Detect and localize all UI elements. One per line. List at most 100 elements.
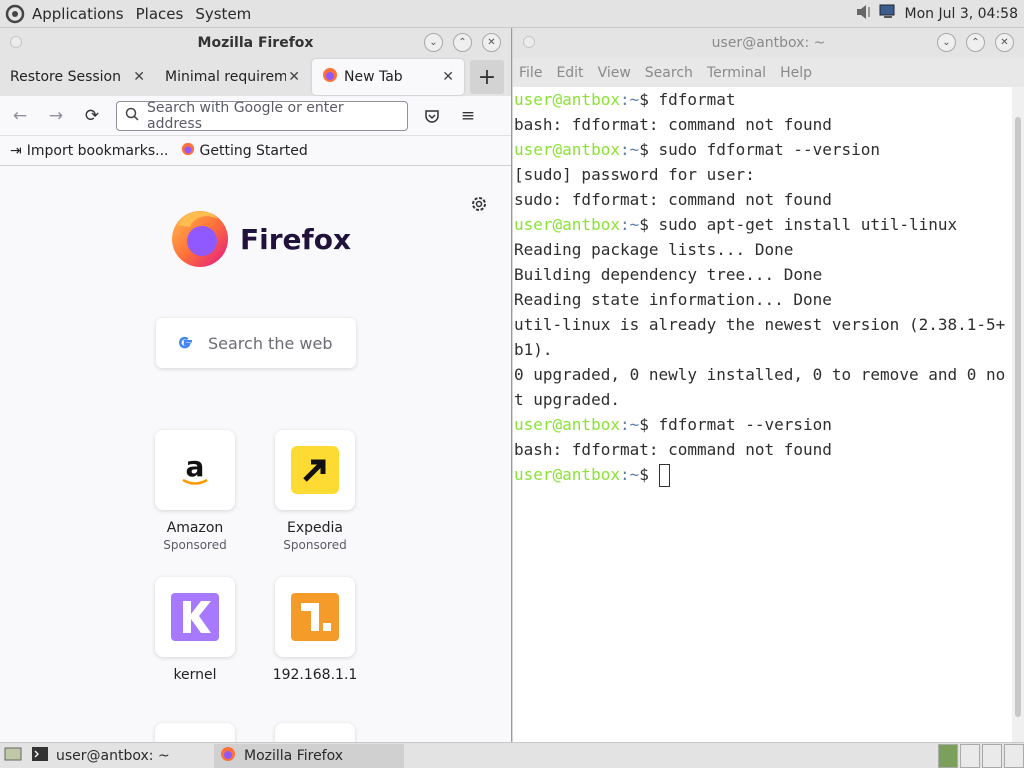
terminal-icon <box>32 746 48 765</box>
maximize-button[interactable]: ⌃ <box>453 33 472 52</box>
line-text: util-linux is already the newest version… <box>514 315 1006 359</box>
bookmark-getting-started[interactable]: Getting Started <box>181 142 308 160</box>
google-icon <box>176 332 194 354</box>
top-site-amazon[interactable]: a Amazon Sponsored <box>140 430 250 552</box>
menu-file[interactable]: File <box>519 65 542 81</box>
terminal-output-line: bash: fdformat: command not found <box>514 112 1009 137</box>
places-menu[interactable]: Places <box>136 5 184 23</box>
tile-label: kernel <box>173 667 217 683</box>
prompt-user: user@antbox <box>514 215 620 234</box>
minimize-button[interactable]: ⌄ <box>424 33 443 52</box>
expedia-icon <box>275 430 355 510</box>
terminal-menubar: File Edit View Search Terminal Help <box>513 58 1024 87</box>
menu-help[interactable]: Help <box>780 65 812 81</box>
show-desktop-icon[interactable] <box>4 746 22 766</box>
applications-menu[interactable]: Applications <box>32 5 124 23</box>
top-site-expedia[interactable]: Expedia Sponsored <box>260 430 370 552</box>
menu-view[interactable]: View <box>598 65 631 81</box>
taskbar-terminal[interactable]: user@antbox: ~ <box>26 744 214 768</box>
bookmarks-toolbar: ⇥ Import bookmarks... Getting Started <box>0 136 511 166</box>
search-icon <box>125 107 139 125</box>
terminal-scrollbar[interactable] <box>1012 87 1024 742</box>
router-icon <box>275 577 355 657</box>
tab-close-icon[interactable]: ✕ <box>288 69 300 85</box>
line-text: $ <box>639 465 659 484</box>
tab-restore-session[interactable]: Restore Session ✕ <box>0 59 155 95</box>
url-placeholder: Search with Google or enter address <box>147 99 344 132</box>
system-tray: Mon Jul 3, 04:58 <box>855 0 1018 28</box>
window-menu-dot[interactable] <box>523 36 535 48</box>
hamburger-menu-icon[interactable]: ≡ <box>456 104 480 128</box>
firefox-icon <box>220 746 236 766</box>
svg-text:a: a <box>186 450 205 483</box>
maximize-button[interactable]: ⌃ <box>966 33 985 52</box>
new-tab-button[interactable]: + <box>470 60 504 94</box>
workspace-1[interactable] <box>938 744 958 768</box>
import-icon: ⇥ <box>10 142 22 159</box>
terminal-prompt-line: user@antbox:~$ sudo apt-get install util… <box>514 212 1009 237</box>
web-search-box[interactable]: Search the web <box>156 318 356 368</box>
debian-logo-icon[interactable] <box>4 3 26 25</box>
top-site-partial[interactable] <box>260 723 370 742</box>
top-site-partial[interactable] <box>140 723 250 742</box>
forward-icon[interactable]: → <box>44 104 68 128</box>
prompt-path: :~ <box>619 415 640 434</box>
system-menu[interactable]: System <box>195 5 251 23</box>
scrollbar-thumb[interactable] <box>1015 117 1021 717</box>
network-icon[interactable] <box>879 3 899 25</box>
workspace-4[interactable] <box>1004 744 1024 768</box>
tab-close-icon[interactable]: ✕ <box>133 69 145 85</box>
menu-edit[interactable]: Edit <box>556 65 583 81</box>
terminal-output[interactable]: user@antbox:~$ fdformat bash: fdformat: c… <box>513 87 1009 742</box>
firefox-titlebar[interactable]: Mozilla Firefox ⌄ ⌃ ✕ <box>0 28 511 58</box>
line-text: $ fdformat --version <box>639 415 832 434</box>
terminal-output-line: util-linux is already the newest version… <box>514 312 1009 362</box>
terminal-output-line: Reading package lists... Done <box>514 237 1009 262</box>
close-button[interactable]: ✕ <box>995 33 1014 52</box>
top-site-kernel[interactable]: kernel <box>140 577 250 683</box>
menu-search[interactable]: Search <box>645 65 693 81</box>
pocket-icon[interactable] <box>420 104 444 128</box>
volume-icon[interactable] <box>855 3 873 25</box>
bookmark-label: Getting Started <box>199 142 308 159</box>
tab-label: Restore Session <box>10 69 121 85</box>
tile-label: 192.168.1.1 <box>272 667 358 683</box>
terminal-titlebar[interactable]: user@antbox: ~ ⌄ ⌃ ✕ <box>513 28 1024 58</box>
clock[interactable]: Mon Jul 3, 04:58 <box>905 6 1018 22</box>
prompt-user: user@antbox <box>514 465 620 484</box>
prompt-user: user@antbox <box>514 415 620 434</box>
taskbar-firefox[interactable]: Mozilla Firefox <box>214 743 404 768</box>
firefox-logo: Firefox <box>168 205 351 273</box>
tab-new-tab[interactable]: New Tab ✕ <box>312 59 464 95</box>
task-label: user@antbox: ~ <box>56 747 170 764</box>
line-text: $ sudo apt-get install util-linux <box>639 215 958 234</box>
bookmark-import[interactable]: ⇥ Import bookmarks... <box>10 143 169 159</box>
tile-sponsored: Sponsored <box>163 538 227 552</box>
minimize-button[interactable]: ⌄ <box>937 33 956 52</box>
terminal-output-line: Building dependency tree... Done <box>514 262 1009 287</box>
close-button[interactable]: ✕ <box>482 33 501 52</box>
workspace-2[interactable] <box>960 744 980 768</box>
task-label: Mozilla Firefox <box>244 747 344 764</box>
tab-close-icon[interactable]: ✕ <box>442 69 454 85</box>
top-site-router[interactable]: 192.168.1.1 <box>260 577 370 683</box>
line-text: $ fdformat <box>639 90 736 109</box>
terminal-prompt-line: user@antbox:~$ fdformat --version <box>514 412 1009 437</box>
amazon-icon: a <box>155 430 235 510</box>
url-bar[interactable]: Search with Google or enter address <box>116 99 408 132</box>
tab-label: Minimal requirements <box>165 69 286 85</box>
line-text: Building dependency tree... Done <box>514 265 823 284</box>
back-icon[interactable]: ← <box>8 104 32 128</box>
menu-terminal[interactable]: Terminal <box>707 65 766 81</box>
window-title: Mozilla Firefox <box>197 35 314 51</box>
firefox-favicon-icon <box>322 67 338 87</box>
tab-minimal-requirements[interactable]: Minimal requirements ✕ <box>155 59 310 95</box>
reload-icon[interactable]: ⟳ <box>80 104 104 128</box>
gear-icon[interactable] <box>470 195 488 217</box>
window-menu-dot[interactable] <box>10 36 22 48</box>
workspace-3[interactable] <box>982 744 1002 768</box>
workspace-switcher[interactable] <box>936 744 1024 768</box>
tile-label: Expedia <box>287 520 343 536</box>
bookmark-label: Import bookmarks... <box>26 142 169 159</box>
line-text: [sudo] password for user: <box>514 165 755 184</box>
